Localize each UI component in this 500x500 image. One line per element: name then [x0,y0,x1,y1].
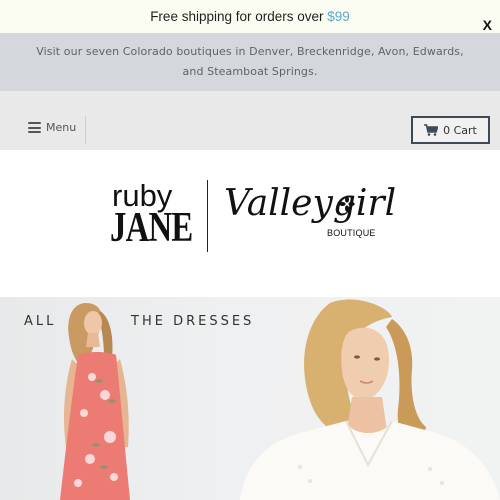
announcement-text: Visit our seven Colorado boutiques in De… [36,45,464,78]
hero-headline-right: THE DRESSES [131,314,255,329]
hero-headline-left: ALL [24,314,57,329]
nav-divider [85,116,86,144]
menu-label: Menu [46,121,77,134]
logo-valleygirl-text: Valleygirl [224,183,397,224]
logo-boutique-text: BOUTIQUE [327,228,376,238]
promo-text: Free shipping for orders over [150,9,328,24]
hero-banner[interactable]: ALL THE DRESSES [0,297,500,500]
announcement-bar: Visit our seven Colorado boutiques in De… [0,33,500,91]
hamburger-icon [28,122,41,133]
cart-button[interactable]: 0 Cart [411,116,490,144]
menu-button[interactable]: Menu [28,121,76,134]
promo-amount: $99 [327,9,350,24]
shopping-cart-icon [424,124,439,136]
promo-bar: Free shipping for orders over $99 X [0,0,500,33]
close-icon[interactable]: X [483,18,492,32]
top-nav: Menu 0 Cart [0,91,500,150]
cart-label: 0 Cart [443,123,477,137]
flower-icon [339,196,355,212]
logo-jane-text: JANE [110,205,193,251]
promo-message: Free shipping for orders over $99 [150,9,350,24]
logo-divider [207,180,208,252]
